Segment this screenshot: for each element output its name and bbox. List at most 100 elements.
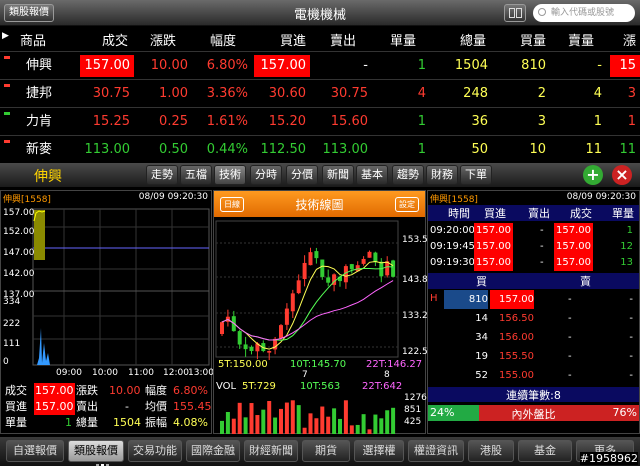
quote-row[interactable]: 新麥 113.00 0.50 0.44% 112.50 113.00 1 50 … — [0, 135, 640, 163]
tab-technical[interactable]: 技術 — [214, 165, 246, 185]
tick-price-cell: 157.00 — [554, 239, 593, 255]
x-tick-label: 10:00 — [92, 368, 118, 378]
ma-line — [221, 266, 394, 341]
tab-ticks[interactable]: 分時 — [250, 165, 282, 185]
ma-line — [221, 260, 394, 350]
y-tick-label: 152.00 — [3, 227, 35, 237]
x-tick-label: 8 — [384, 370, 390, 380]
tick-volume-cell: 1 — [626, 225, 633, 236]
nav-warrants[interactable]: 權證資訊 — [408, 440, 464, 462]
tab-news[interactable]: 新聞 — [322, 165, 354, 185]
add-icon[interactable]: + — [583, 165, 603, 185]
candle-body — [279, 325, 283, 339]
book-bid-price: 155.50 — [499, 351, 534, 362]
volume-bar — [243, 417, 248, 434]
settings-button[interactable]: 設定 — [395, 197, 419, 212]
header-total[interactable]: 總量 — [430, 30, 490, 49]
tab-price-volume[interactable]: 分價 — [286, 165, 318, 185]
close-icon[interactable]: × — [612, 165, 632, 185]
tick-price-cell: 157.00 — [554, 223, 593, 239]
x-tick-label: 13:00 — [188, 368, 214, 378]
quote-row[interactable]: 捷邦 30.75 1.00 3.36% 30.60 30.75 4 248 2 … — [0, 79, 640, 107]
tick-ask-cell: - — [540, 225, 544, 236]
header-name[interactable]: 商品 — [0, 30, 50, 49]
header-ask[interactable]: 賣出 — [310, 30, 360, 49]
volume-bar — [343, 400, 348, 434]
header-price[interactable]: 成交 — [72, 30, 132, 49]
header-more[interactable]: 漲 — [610, 30, 640, 49]
vol-tick-label: 0 — [3, 357, 9, 367]
nav-futures[interactable]: 期貨 — [302, 440, 350, 462]
summary-row: 成交 157.00 漲跌 10.00 幅度 6.80% — [5, 383, 208, 399]
tab-trend[interactable]: 走勢 — [146, 165, 178, 185]
book-ask-price: - — [568, 351, 572, 362]
price: 15.25 — [92, 114, 130, 129]
extra: 11 — [619, 142, 636, 157]
header-ask-volume[interactable]: 賣量 — [546, 30, 598, 49]
nav-trading[interactable]: 交易功能 — [128, 440, 182, 462]
candle-body — [267, 351, 272, 353]
bottom-nav: 自選報價 類股報價 交易功能 國際金融 財經新聞 期貨 選擇權 權證資訊 港股 … — [0, 437, 640, 466]
candle-body — [320, 259, 325, 277]
volume-bar — [302, 427, 307, 434]
summary-row: 買進 157.00 賣出 - 均價 155.45 — [5, 399, 212, 415]
change: 0.50 — [159, 142, 188, 157]
nav-international[interactable]: 國際金融 — [186, 440, 240, 462]
volume-bar — [326, 416, 331, 434]
quote-row[interactable]: 力肯 15.25 0.25 1.61% 15.20 15.60 1 36 3 1… — [0, 107, 640, 135]
tick-ask-cell: - — [540, 241, 544, 252]
tab-five-levels[interactable]: 五檔 — [180, 165, 212, 185]
book-ask-volume: - — [629, 294, 633, 305]
header-percent[interactable]: 幅度 — [190, 30, 240, 49]
book-icon[interactable] — [504, 4, 526, 22]
tab-order[interactable]: 下單 — [460, 165, 492, 185]
book-ask-price: - — [568, 332, 572, 343]
header-volume[interactable]: 單量 — [370, 30, 420, 49]
consecutive-count: 連續筆數:8 — [428, 387, 639, 402]
tab-fundamental[interactable]: 基本 — [356, 165, 388, 185]
bid-volume: 10 — [529, 142, 546, 157]
book-row: 810 157.00 - - — [428, 290, 639, 309]
nav-news[interactable]: 財經新聞 — [244, 440, 298, 462]
volume-bar — [320, 406, 325, 434]
y-tick-label: 157.00 — [3, 208, 35, 218]
tick-row: 09:19:30 157.00 - 157.00 13 — [428, 255, 639, 271]
order-book: 810 157.00 - -14 156.50 - -34 156.00 - -… — [428, 290, 639, 385]
tab-trend-analysis[interactable]: 趨勢 — [392, 165, 424, 185]
tab-financial[interactable]: 財務 — [426, 165, 458, 185]
y-tick-label: 133.2 — [402, 311, 428, 321]
volume-bar — [385, 410, 390, 434]
volume-bar — [391, 407, 396, 434]
ask-volume: 4 — [593, 86, 602, 101]
candle-body — [296, 280, 301, 294]
total: 1504 — [454, 58, 488, 73]
book-bid-volume: 810 — [444, 290, 488, 309]
ask-volume: - — [597, 58, 602, 73]
volume-bar — [261, 409, 266, 434]
y-tick-label: 142.00 — [3, 269, 35, 279]
change: 10.00 — [150, 58, 188, 73]
stock-name: 伸興 — [25, 58, 52, 73]
nav-funds[interactable]: 基金 — [518, 440, 572, 462]
tick-time-cell: 09:19:45 — [430, 241, 475, 252]
vol-tick-label: 222 — [3, 319, 21, 329]
nav-sector-quotes[interactable]: 類股報價 — [68, 440, 124, 462]
search-input[interactable]: 輸入代碼或股號 — [533, 4, 635, 22]
book-bid-price: 156.50 — [499, 313, 534, 324]
nav-options[interactable]: 選擇權 — [354, 440, 404, 462]
book-bid-volume: 52 — [475, 370, 488, 381]
nav-watchlist[interactable]: 自選報價 — [6, 440, 64, 462]
header-bid[interactable]: 買進 — [254, 30, 310, 49]
header-change[interactable]: 漲跌 — [138, 30, 180, 49]
tick-panel: 伸興[1558] 08/09 09:20:30 時間 買進 賣出 成交 單量 0… — [427, 190, 640, 434]
bid-volume: 2 — [537, 86, 546, 101]
detail-toolbar: 伸興 走勢 五檔 技術 分時 分價 新聞 基本 趨勢 財務 下單 + × — [0, 163, 640, 187]
tick-price-cell: 157.00 — [554, 255, 593, 271]
book-ask-volume: - — [629, 351, 633, 362]
quote-row[interactable]: 伸興 157.00 10.00 6.80% 157.00 - 1 1504 81… — [0, 51, 640, 79]
candle-body — [220, 322, 224, 334]
header-bid-volume[interactable]: 買量 — [490, 30, 550, 49]
technical-panel: 日線 技術線圖 設定 153.5 143.8 133.2 122.5 5T:15… — [213, 190, 428, 434]
nav-hk-stocks[interactable]: 港股 — [468, 440, 514, 462]
extra: 15 — [610, 55, 640, 77]
